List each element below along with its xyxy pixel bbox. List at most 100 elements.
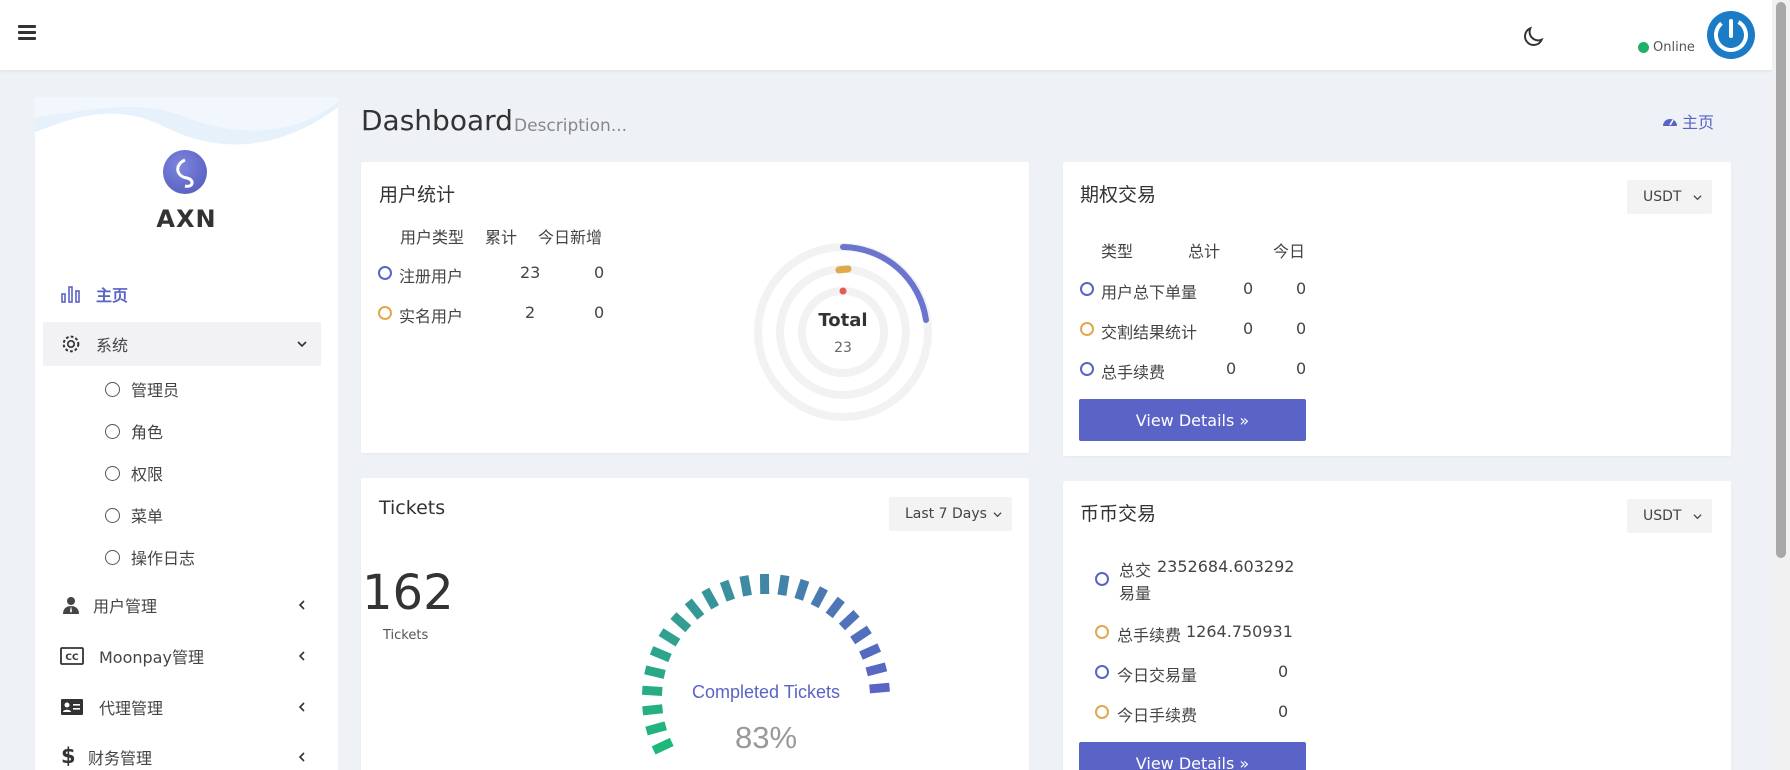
circle-icon [105,507,120,523]
sidebar: AXN 主页 系统 管理员 角色 权限 菜单 操作日志 用户管理 CC Moon… [35,97,338,770]
row-total: 0 [1243,279,1254,298]
chevron-down-icon [297,341,307,348]
row-type: 交割结果统计 [1101,323,1198,342]
row-total: 0 [1226,359,1237,378]
options-view-details-button[interactable]: View Details » [1079,399,1306,441]
gauge-segment [859,643,882,660]
series-marker-icon [1095,665,1109,679]
row-total: 0 [1243,319,1254,338]
gauge-value: 83% [734,720,798,755]
gauge-segment [810,586,828,609]
page-scrollbar[interactable] [1772,0,1790,770]
coin-trading-title: 币币交易 [1080,503,1157,525]
sidebar-item-label: 用户管理 [93,597,158,616]
id-card-icon [61,699,83,715]
gauge-segment [838,609,860,631]
row-today: 0 [1296,319,1307,338]
dollar-icon: $ [61,744,76,768]
avatar[interactable] [1707,11,1755,59]
coin-currency-select[interactable]: USDT [1627,499,1712,533]
column-header: 总计 [1188,242,1221,261]
gauge-segment [642,704,664,716]
breadcrumb-label: 主页 [1682,113,1715,132]
donut-center-value: 23 [834,340,852,356]
online-status-label: Online [1653,40,1695,55]
tickets-count-label: Tickets [383,628,429,643]
select-value: USDT [1643,189,1682,205]
sidebar-item-label: 代理管理 [99,699,164,718]
series-marker-icon [378,266,392,280]
page-description: Description... [514,116,628,136]
row-label: 易量 [1119,584,1152,603]
online-dot-icon [1638,42,1649,53]
sidebar-subitem-label: 权限 [131,465,164,484]
coin-trading-card: 币币交易 USDT 总交 易量 2352684.603292 总手续费 1264… [1063,481,1731,770]
series-marker-icon [1080,282,1094,296]
sidebar-subitem-label: 管理员 [131,381,180,400]
power-icon [1714,18,1748,52]
coin-view-details-button[interactable]: View Details » [1079,742,1306,770]
tickets-title: Tickets [379,497,446,519]
scrollbar-thumb[interactable] [1776,2,1786,558]
hamburger-menu-icon[interactable] [18,25,36,41]
circle-icon [105,549,120,565]
page-title: Dashboard [361,104,513,137]
gauge-segment [825,596,845,619]
bar-chart-icon [61,286,80,303]
sidebar-item-label: 财务管理 [88,749,153,768]
gauge-segment [649,646,672,663]
donut-arc-verified [835,265,852,274]
gauge-segment [850,625,872,645]
sidebar-item-home[interactable]: 主页 [43,272,321,316]
sidebar-subitem-permission[interactable]: 权限 [105,458,163,488]
gear-icon [62,335,80,353]
sidebar-item-system[interactable]: 系统 [43,322,321,366]
chevron-down-icon [1693,195,1702,201]
sidebar-subitem-label: 角色 [131,423,164,442]
sidebar-wave-decoration [35,97,338,145]
circle-icon [105,465,120,481]
gauge-segment [684,598,705,620]
column-header: 今日新增 [538,228,603,247]
row-label: 总手续费 [1117,626,1182,645]
sidebar-subitem-role[interactable]: 角色 [105,416,163,446]
series-marker-icon [1095,625,1109,639]
options-trading-card: 期权交易 USDT 类型 总计 今日 用户总下单量 0 0 交割结果统计 0 0… [1063,162,1731,456]
gauge-segment [719,579,736,602]
options-currency-select[interactable]: USDT [1627,180,1712,214]
options-trading-title: 期权交易 [1080,184,1157,206]
top-bar: Online [0,0,1772,70]
chevron-left-icon [298,702,305,712]
gauge-segment [644,665,666,679]
sidebar-item-user-management[interactable]: 用户管理 [43,583,321,627]
brand-logo-icon [163,150,207,194]
gauge-segment [739,575,752,597]
chevron-left-icon [298,752,305,762]
row-label: 总交 [1119,561,1152,580]
donut-center-label: Total [818,310,868,331]
breadcrumb[interactable]: 主页 [1662,109,1714,133]
user-stats-title: 用户统计 [379,184,456,206]
sidebar-item-finance[interactable]: $ 财务管理 [43,735,321,770]
sidebar-item-moonpay[interactable]: CC Moonpay管理 [43,634,321,678]
svg-text:CC: CC [65,653,79,663]
sidebar-item-label: 主页 [96,286,129,305]
row-label: 今日交易量 [1117,666,1198,685]
chevron-left-icon [298,600,305,610]
row-value: 2352684.603292 [1157,557,1295,576]
row-today: 0 [594,303,605,322]
chevron-left-icon [298,651,305,661]
sidebar-subitem-menu[interactable]: 菜单 [105,500,163,530]
circle-icon [105,423,120,439]
row-value: 1264.750931 [1186,622,1293,641]
tickets-range-select[interactable]: Last 7 Days [889,497,1012,531]
series-marker-icon [1080,322,1094,336]
tickets-count: 162 [362,565,454,621]
dark-mode-moon-icon[interactable] [1520,24,1546,50]
sidebar-item-agent[interactable]: 代理管理 [43,685,321,729]
sidebar-subitem-oplog[interactable]: 操作日志 [105,542,195,572]
select-value: USDT [1643,508,1682,524]
gauge-label: Completed Tickets [691,682,841,702]
column-header: 类型 [1101,242,1134,261]
sidebar-subitem-admin[interactable]: 管理员 [105,374,179,404]
